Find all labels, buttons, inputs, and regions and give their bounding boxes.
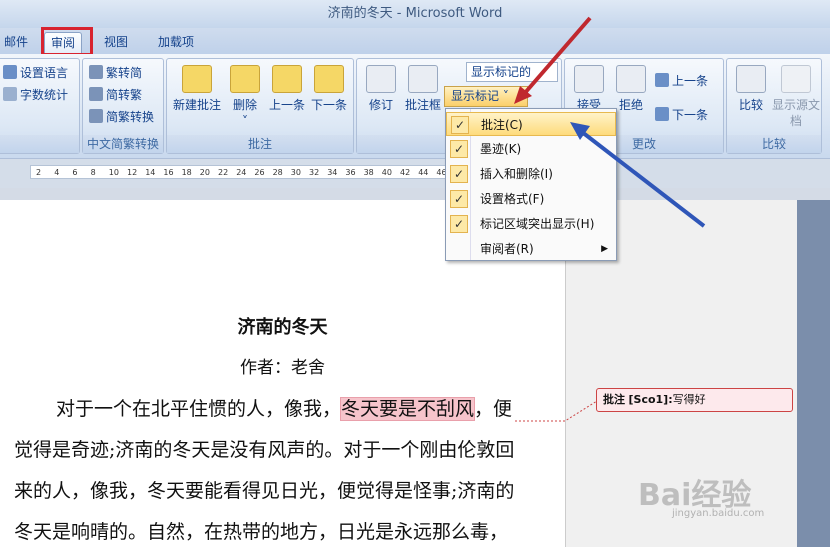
red-arrow — [522, 16, 592, 96]
blue-arrow — [580, 130, 706, 228]
watermark-url: jingyan.baidu.com — [672, 508, 765, 519]
annotation-arrows — [514, 16, 706, 228]
